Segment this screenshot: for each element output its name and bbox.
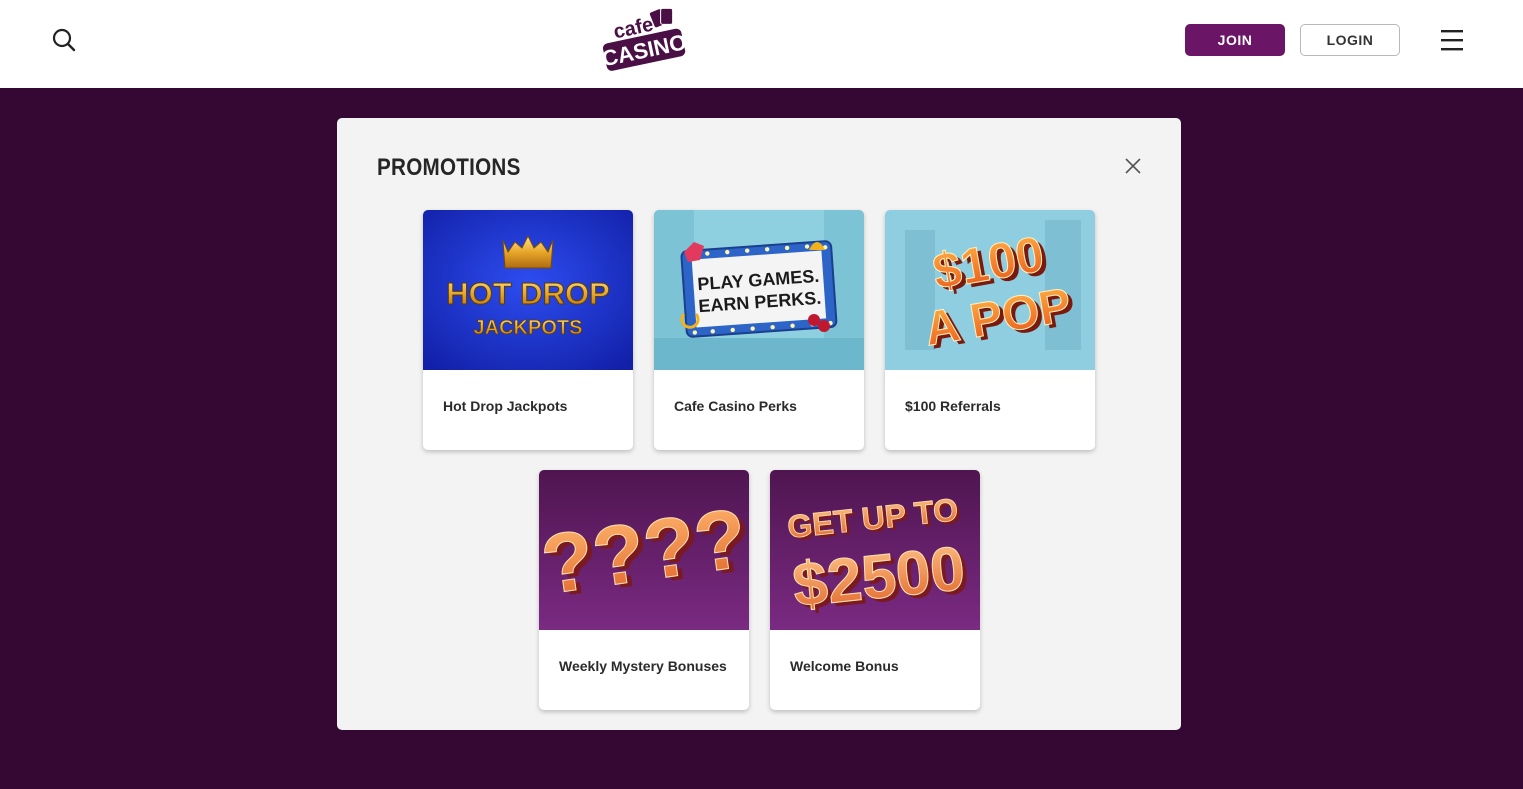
100-referrals-banner: $100 $100 A POP A POP (885, 210, 1095, 370)
search-icon[interactable] (50, 26, 78, 54)
weekly-mystery-bonuses-banner: ???? ???? (539, 470, 749, 630)
cafe-casino-perks-banner: PLAY GAMES. EARN PERKS. (654, 210, 864, 370)
promo-card-cafe-casino-perks[interactable]: PLAY GAMES. EARN PERKS. Cafe Casino Perk… (654, 210, 864, 450)
promo-card-label: $100 Referrals (905, 398, 1001, 414)
hot-drop-jackpots-banner: HOT DROP JACKPOTS (423, 210, 633, 370)
top-header: CASINO cafe JOIN LOGIN (0, 0, 1523, 88)
login-button[interactable]: LOGIN (1300, 24, 1400, 56)
banner-text-line1: HOT DROP (446, 276, 610, 311)
hamburger-menu-icon[interactable] (1440, 28, 1464, 52)
close-icon[interactable] (1123, 156, 1143, 176)
promo-card-welcome-bonus[interactable]: GET UP TO GET UP TO $2500 $2500 Welcome … (770, 470, 980, 710)
banner-text-line2: JACKPOTS (474, 317, 583, 339)
promo-card-label: Cafe Casino Perks (674, 398, 797, 414)
promo-card-label: Hot Drop Jackpots (443, 398, 568, 414)
promo-card-label: Weekly Mystery Bonuses (559, 658, 727, 674)
promo-card-weekly-mystery-bonuses[interactable]: ???? ???? Weekly Mystery Bonuses (539, 470, 749, 710)
promo-card-hot-drop-jackpots[interactable]: HOT DROP JACKPOTS Hot Drop Jackpots (423, 210, 633, 450)
modal-title: PROMOTIONS (377, 154, 521, 181)
cafe-casino-logo[interactable]: CASINO cafe (598, 6, 689, 74)
promo-card-label: Welcome Bonus (790, 658, 899, 674)
promo-card-100-referrals[interactable]: $100 $100 A POP A POP $100 Referrals (885, 210, 1095, 450)
join-button[interactable]: JOIN (1185, 24, 1285, 56)
welcome-bonus-banner: GET UP TO GET UP TO $2500 $2500 (770, 470, 980, 630)
promotions-modal: PROMOTIONS HOT DROP JACKPOTS Hot Drop Ja… (337, 118, 1181, 730)
